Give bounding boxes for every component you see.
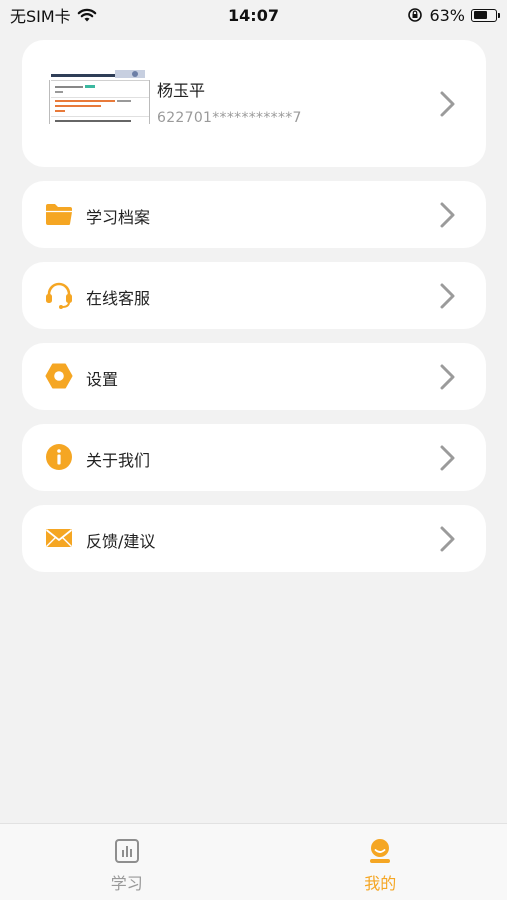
wifi-icon xyxy=(77,8,96,22)
bottom-tab-bar: 学习 我的 xyxy=(0,823,507,900)
tab-mine[interactable]: 我的 xyxy=(254,824,507,900)
carrier-label: 无SIM卡 xyxy=(10,7,71,26)
chevron-right-icon xyxy=(440,283,455,309)
menu-label-study-records: 学习档案 xyxy=(86,208,151,227)
profile-card[interactable]: 杨玉平 622701***********7 xyxy=(22,40,486,167)
menu-item-online-support[interactable]: 在线客服 xyxy=(22,262,486,329)
menu-item-settings[interactable]: 设置 xyxy=(22,343,486,410)
tab-label-mine: 我的 xyxy=(364,874,397,893)
headset-icon xyxy=(46,282,72,309)
chevron-right-icon xyxy=(440,526,455,552)
rotation-lock-icon xyxy=(408,8,423,22)
person-icon xyxy=(370,839,391,863)
menu-item-study-records[interactable]: 学习档案 xyxy=(22,181,486,248)
folder-icon xyxy=(46,204,72,225)
battery-fill xyxy=(473,11,487,19)
profile-name: 杨玉平 xyxy=(157,81,206,100)
chevron-right-icon xyxy=(440,364,455,390)
profile-id-number: 622701***********7 xyxy=(157,110,302,126)
menu-item-feedback[interactable]: 反馈/建议 xyxy=(22,505,486,572)
chevron-right-icon xyxy=(440,202,455,228)
menu-label-online-support: 在线客服 xyxy=(86,289,151,308)
status-bar: 无SIM卡 14:07 63% xyxy=(0,0,507,30)
status-left: 无SIM卡 xyxy=(10,3,97,27)
chevron-right-icon xyxy=(440,91,455,117)
settings-hex-icon xyxy=(45,363,73,389)
battery-icon xyxy=(471,8,500,22)
menu-label-settings: 设置 xyxy=(86,370,119,389)
status-right: 63% xyxy=(407,5,500,25)
info-icon xyxy=(46,444,72,470)
chevron-right-icon xyxy=(440,445,455,471)
tab-label-study: 学习 xyxy=(110,874,143,893)
profile-thumbnail xyxy=(47,66,152,128)
menu-item-about-us[interactable]: 关于我们 xyxy=(22,424,486,491)
battery-percent: 63% xyxy=(429,5,465,25)
tab-study[interactable]: 学习 xyxy=(0,824,254,900)
chart-icon xyxy=(114,839,139,863)
menu-label-feedback: 反馈/建议 xyxy=(86,532,156,551)
menu-label-about-us: 关于我们 xyxy=(86,451,151,470)
mail-icon xyxy=(45,529,73,547)
document-thumbnail-image xyxy=(47,66,152,128)
